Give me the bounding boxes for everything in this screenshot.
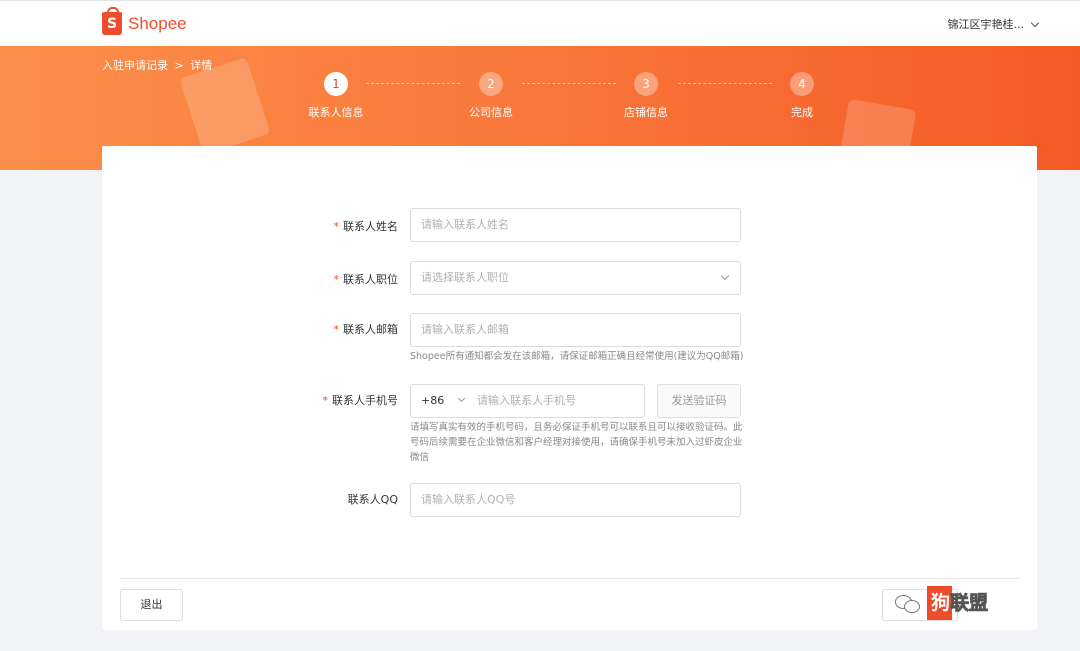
field-label: * 联系人姓名 [334, 218, 399, 234]
watermark: 狗 联盟 [893, 586, 988, 620]
step-label: 公司信息 [469, 106, 513, 119]
step-indicator: 1 联系人信息 2 公司信息 3 店铺信息 4 完成 [0, 72, 1080, 122]
label-text: 联系人手机号 [332, 394, 398, 407]
required-mark: * [333, 323, 340, 336]
wechat-icon [893, 592, 923, 614]
contact-position-select[interactable]: 请选择联系人职位 [410, 261, 741, 295]
field-label: * 联系人邮箱 [334, 321, 399, 337]
send-code-button[interactable]: 发送验证码 [657, 384, 741, 418]
contact-qq-input[interactable]: 请输入联系人QQ号 [410, 483, 741, 517]
field-label: * 联系人手机号 [323, 392, 399, 408]
chevron-down-icon [1030, 18, 1040, 27]
field-label: * 联系人职位 [334, 271, 399, 287]
top-bar: S Shopee 锦江区宇艳桂... [0, 0, 1080, 46]
form-card: * 联系人姓名 请输入联系人姓名 * 联系人职位 请选择联系人职位 * 联系人邮箱 请… [102, 146, 1037, 630]
step-number: 4 [790, 72, 814, 96]
step-shop-info: 3 店铺信息 [596, 72, 696, 120]
step-label: 完成 [791, 106, 813, 119]
step-number: 3 [634, 72, 658, 96]
chevron-down-icon [457, 394, 466, 403]
phone-input[interactable]: 请输入联系人手机号 [477, 385, 576, 417]
exit-button[interactable]: 退出 [120, 589, 183, 621]
contact-email-input[interactable]: 请输入联系人邮箱 [410, 313, 741, 347]
breadcrumb-separator: > [174, 59, 184, 72]
watermark-text-b: 联盟 [950, 592, 989, 615]
shopee-logo[interactable]: S Shopee [102, 7, 187, 35]
breadcrumb-link-records[interactable]: 入驻申请记录 [102, 57, 168, 73]
step-label: 联系人信息 [308, 106, 364, 119]
step-contact-info: 1 联系人信息 [286, 72, 386, 120]
required-mark: * [333, 220, 340, 233]
logo-glyph: S [106, 16, 118, 32]
select-placeholder: 请选择联系人职位 [421, 271, 509, 284]
phone-hint: 请填写真实有效的手机号码，且务必保证手机号可以联系且可以接收验证码。此号码后续需… [410, 422, 743, 463]
label-text: 联系人邮箱 [343, 323, 398, 336]
email-hint: Shopee所有通知都会发在该邮箱，请保证邮箱正确且经常使用(建议为QQ邮箱) [410, 351, 744, 362]
footer-divider [120, 578, 1020, 579]
watermark-text-a: 狗 [927, 586, 953, 620]
account-name: 锦江区宇艳桂... [947, 18, 1025, 31]
label-text: 联系人QQ [347, 493, 398, 506]
account-menu[interactable]: 锦江区宇艳桂... [947, 16, 1040, 32]
logo-text: Shopee [128, 13, 187, 33]
country-code-select[interactable]: +86 [421, 385, 444, 417]
required-mark: * [333, 273, 340, 286]
label-text: 联系人职位 [343, 273, 398, 286]
step-number: 2 [479, 72, 503, 96]
breadcrumb-current: 详情 [190, 59, 213, 72]
phone-input-group: +86 请输入联系人手机号 [410, 384, 645, 418]
field-label: 联系人QQ [348, 491, 398, 507]
step-label: 店铺信息 [624, 106, 668, 119]
step-number: 1 [324, 72, 348, 96]
step-company-info: 2 公司信息 [441, 72, 541, 120]
label-text: 联系人姓名 [343, 220, 398, 233]
required-mark: * [322, 394, 329, 407]
shopee-bag-icon: S [102, 7, 122, 35]
chevron-down-icon [720, 271, 730, 281]
step-complete: 4 完成 [752, 72, 852, 120]
contact-name-input[interactable]: 请输入联系人姓名 [410, 208, 741, 242]
breadcrumb: 入驻申请记录 > 详情 [102, 57, 212, 73]
